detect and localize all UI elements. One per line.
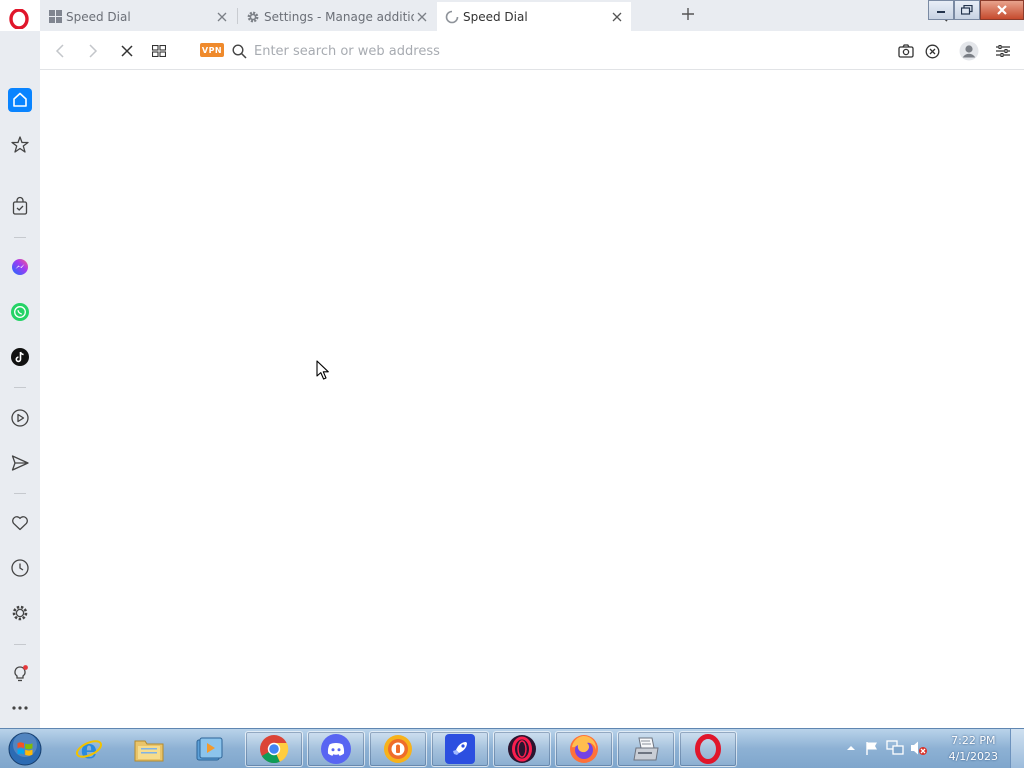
vpn-badge[interactable]: VPN [200,43,224,57]
history-icon[interactable] [8,556,32,580]
start-button[interactable] [6,731,44,767]
close-window-button[interactable] [980,0,1024,20]
network-icon[interactable] [886,740,904,756]
snapshot-camera-icon[interactable] [896,41,916,61]
profile-avatar-icon[interactable] [959,41,979,61]
player-icon[interactable] [8,406,32,430]
show-hidden-icons-icon[interactable] [846,744,856,752]
mouse-cursor-icon [316,360,330,380]
window-controls [928,0,1024,20]
action-center-flag-icon[interactable] [864,740,880,756]
clock-date: 4/1/2023 [948,750,998,763]
close-icon[interactable] [414,9,430,25]
system-tray: 7:22 PM 4/1/2023 [834,729,1024,768]
svg-text:e: e [81,735,98,764]
opera-icon[interactable] [679,731,737,767]
rocket-app-icon[interactable] [431,731,489,767]
ad-blocker-icon[interactable] [922,41,942,61]
page-content[interactable] [40,70,1024,728]
show-desktop-button[interactable] [1010,729,1024,768]
settings-icon[interactable] [8,601,32,625]
home-icon[interactable] [8,88,32,112]
opera-gx-icon[interactable] [493,731,551,767]
restore-button[interactable] [954,0,980,20]
send-icon[interactable] [8,451,32,475]
search-icon [229,41,249,61]
close-icon[interactable] [214,9,230,25]
tab-title: Settings - Manage additio [264,9,414,24]
tab-speed-dial-1[interactable]: Speed Dial [40,2,236,31]
shopping-bag-icon[interactable] [8,194,32,218]
media-center-icon[interactable] [180,731,238,767]
messenger-icon[interactable] [8,255,32,279]
speed-dial-icon [48,10,62,24]
tab-strip: Speed Dial Settings - Manage additio Spe… [40,0,1024,31]
file-explorer-icon[interactable] [120,731,178,767]
opera-menu-icon[interactable] [8,8,30,30]
vpn-app-icon[interactable] [369,731,427,767]
tiktok-icon[interactable] [8,345,32,369]
address-input[interactable] [254,40,854,62]
clock-time: 7:22 PM [951,734,996,747]
internet-explorer-icon[interactable]: e [60,731,118,767]
taskbar-clock[interactable]: 7:22 PM 4/1/2023 [949,733,998,765]
sidebar [0,31,40,728]
loading-spinner-icon [445,10,459,24]
easy-setup-icon[interactable] [993,41,1013,61]
tab-settings[interactable]: Settings - Manage additio [238,2,436,31]
more-icon[interactable] [8,696,32,720]
tab-speed-dial-2[interactable]: Speed Dial [437,2,631,31]
firefox-icon[interactable] [555,731,613,767]
chrome-icon[interactable] [245,731,303,767]
forward-button[interactable] [83,41,103,61]
gear-icon [246,10,260,24]
tab-snapshot-grid-icon[interactable] [149,41,169,61]
back-button[interactable] [50,41,70,61]
tab-title: Speed Dial [463,9,528,24]
pinboards-icon[interactable] [8,133,32,157]
new-tab-button[interactable] [680,6,696,22]
favorites-icon[interactable] [8,511,32,535]
close-icon[interactable] [609,9,625,25]
fax-scanner-icon[interactable] [617,731,675,767]
minimize-button[interactable] [928,0,954,20]
whatsapp-icon[interactable] [8,300,32,324]
volume-muted-icon[interactable] [910,740,928,756]
address-toolbar: VPN [40,31,1024,70]
discord-icon[interactable] [307,731,365,767]
lightbulb-icon[interactable] [8,662,32,686]
stop-loading-button[interactable] [117,41,137,61]
taskbar: e 7:22 PM 4/1/2023 [0,728,1024,768]
tab-title: Speed Dial [66,9,131,24]
